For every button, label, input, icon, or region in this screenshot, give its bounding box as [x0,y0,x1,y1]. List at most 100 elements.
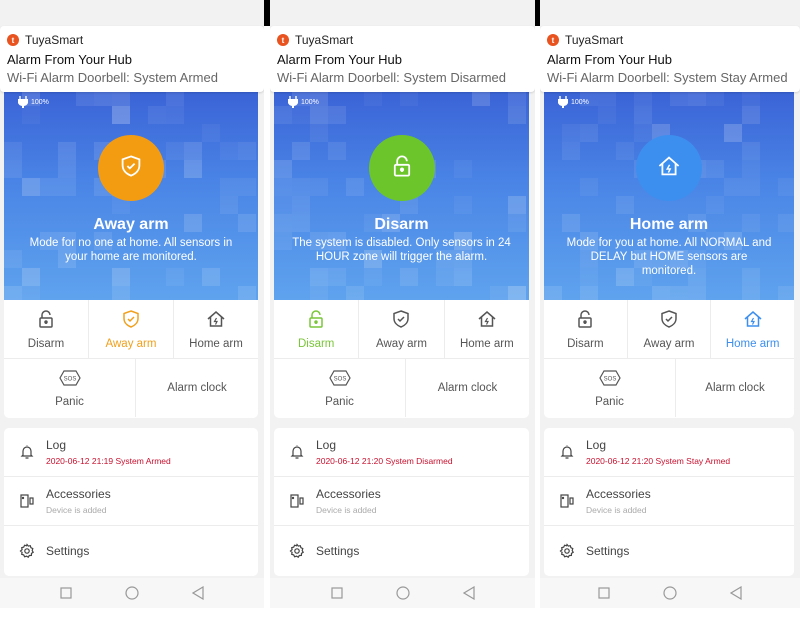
hero-tile [238,178,256,196]
notification-app-name: TuyaSmart [25,33,84,47]
hero-tile [238,142,256,160]
hero-tile [184,160,202,178]
disarm-button[interactable]: Disarm [274,300,360,358]
mode-status-circle [636,135,702,201]
settings-item[interactable]: Settings [544,526,794,575]
alarm-clock-button[interactable]: Alarm clock [136,359,258,417]
log-item[interactable]: Log 2020-06-12 21:19 System Armed [4,428,258,477]
recent-apps-icon[interactable] [329,585,345,601]
unlock-icon [575,309,595,334]
hero-tile [202,268,220,286]
hero-tile [310,268,328,286]
back-icon[interactable] [461,585,477,601]
panic-button[interactable]: SOS Panic [274,359,406,417]
hero-tile [598,106,616,124]
home-arm-button[interactable]: Home arm [445,300,529,358]
away-arm-button[interactable]: Away arm [89,300,174,358]
shield-check-icon [121,309,141,334]
notification[interactable]: t TuyaSmart Alarm From Your Hub Wi-Fi Al… [540,26,800,92]
accessories-status: Device is added [46,505,107,515]
notification-body: Wi-Fi Alarm Doorbell: System Armed [7,70,218,85]
hero-tile [508,286,526,300]
unlock-icon [390,154,414,183]
away-arm-button[interactable]: Away arm [628,300,712,358]
panic-label: Panic [55,395,84,408]
hero-tile [670,286,688,300]
away-arm-button[interactable]: Away arm [359,300,445,358]
alarm-clock-button[interactable]: Alarm clock [676,359,794,417]
home-arm-label: Home arm [189,337,243,350]
hero-tile [4,286,22,300]
shield-check-icon [391,309,411,334]
hero-tile [454,268,472,286]
accessories-item[interactable]: Accessories Device is added [274,477,529,526]
disarm-button[interactable]: Disarm [544,300,628,358]
notification[interactable]: t TuyaSmart Alarm From Your Hub Wi-Fi Al… [270,26,535,92]
recent-apps-icon[interactable] [58,585,74,601]
hero-tile [580,124,598,142]
battery-percent: 100% [571,98,589,106]
hero-tile [148,106,166,124]
alarm-clock-button[interactable]: Alarm clock [406,359,529,417]
back-icon[interactable] [728,585,744,601]
gear-icon [558,542,576,560]
hero-tile [310,106,328,124]
hero-tile [742,106,760,124]
recent-apps-icon[interactable] [596,585,612,601]
menu-list: Log 2020-06-12 21:19 System Armed Access… [4,428,258,576]
hero-tile [634,124,652,142]
mode-description: Mode for no one at home. All sensors in … [29,237,233,263]
power-plug-icon [18,96,28,108]
bottom-area [0,608,264,630]
panic-button[interactable]: SOS Panic [544,359,676,417]
mode-title: Disarm [374,216,429,233]
hero-tile [4,142,22,160]
mode-hero: 100% Disarm The system is disabled. Only… [274,88,529,300]
accessories-item[interactable]: Accessories Device is added [544,477,794,526]
tuyasmart-logo-icon: t [277,34,289,46]
bell-icon [18,443,36,461]
panic-label: Panic [595,395,624,408]
bottom-area [540,608,800,630]
hero-tile [580,178,598,196]
notification[interactable]: t TuyaSmart Alarm From Your Hub Wi-Fi Al… [0,26,264,92]
hero-tile [310,124,328,142]
away-arm-label: Away arm [105,337,157,350]
home-arm-button[interactable]: Home arm [711,300,794,358]
gear-icon [18,542,36,560]
mode-status-circle [98,135,164,201]
hero-tile [346,286,364,300]
sos-icon: SOS [58,369,81,392]
hero-tile [742,142,760,160]
log-item[interactable]: Log 2020-06-12 21:20 System Stay Armed [544,428,794,477]
hero-tile [220,142,238,160]
hero-tile [328,142,346,160]
bell-icon [558,443,576,461]
home-icon[interactable] [124,585,140,601]
hero-tile [436,268,454,286]
unlock-icon [306,309,326,334]
home-arm-button[interactable]: Home arm [174,300,258,358]
menu-list: Log 2020-06-12 21:20 System Disarmed Acc… [274,428,529,576]
hero-tile [184,142,202,160]
settings-item[interactable]: Settings [4,526,258,575]
home-icon[interactable] [395,585,411,601]
notification-title: Alarm From Your Hub [547,52,672,67]
home-icon[interactable] [662,585,678,601]
hero-tile [400,268,418,286]
hero-tile [688,286,706,300]
accessories-item[interactable]: Accessories Device is added [4,477,258,526]
settings-item[interactable]: Settings [274,526,529,575]
disarm-button[interactable]: Disarm [4,300,89,358]
android-nav-bar [540,578,800,608]
log-item[interactable]: Log 2020-06-12 21:20 System Disarmed [274,428,529,477]
accessories-title: Accessories [586,487,651,501]
accessories-status: Device is added [586,505,647,515]
hero-tile [454,160,472,178]
notification-body: Wi-Fi Alarm Doorbell: System Stay Armed [547,70,788,85]
back-icon[interactable] [190,585,206,601]
shield-check-icon [659,309,679,334]
alarm-clock-label: Alarm clock [705,382,765,394]
panic-button[interactable]: SOS Panic [4,359,136,417]
svg-text:SOS: SOS [603,376,616,382]
